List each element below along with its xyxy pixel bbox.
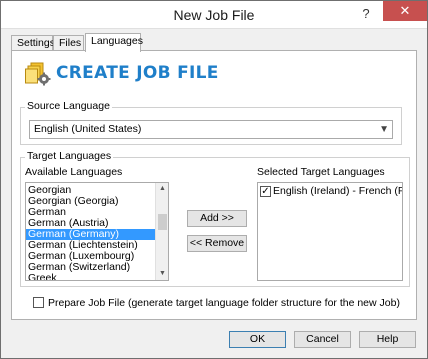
tab-languages[interactable]: Languages <box>85 33 143 52</box>
selected-language-checkbox[interactable]: ✓ <box>260 186 271 197</box>
source-language-group: Source Language English (United States) … <box>20 100 402 145</box>
close-button[interactable]: ✕ <box>383 1 427 21</box>
remove-language-button[interactable]: << Remove <box>187 235 247 252</box>
page-title: CREATE JOB FILE <box>56 63 219 83</box>
tab-files[interactable]: Files <box>53 35 84 51</box>
prepare-job-file-label: Prepare Job File (generate target langua… <box>48 297 400 309</box>
target-languages-label: Target Languages <box>25 150 114 162</box>
available-languages-label: Available Languages <box>25 166 123 178</box>
selected-target-languages-label: Selected Target Languages <box>257 166 385 178</box>
scroll-up-icon[interactable]: ▲ <box>156 183 168 195</box>
selected-language-item[interactable]: English (Ireland) - French (France) <box>273 185 402 197</box>
ok-button[interactable]: OK <box>229 331 286 348</box>
title-bar[interactable]: New Job File ? ✕ <box>1 1 427 29</box>
help-button[interactable]: Help <box>359 331 416 348</box>
prepare-job-file-checkbox[interactable] <box>33 297 44 308</box>
target-languages-group: Target Languages Available Languages Geo… <box>20 150 410 287</box>
source-language-value: English (United States) <box>34 123 142 135</box>
available-languages-list[interactable]: Georgian Georgian (Georgia) German Germa… <box>25 182 169 281</box>
selected-languages-list[interactable]: ✓ English (Ireland) - French (France) <box>257 182 403 281</box>
scroll-thumb[interactable] <box>158 214 167 230</box>
tab-settings[interactable]: Settings <box>11 35 55 51</box>
languages-panel: CREATE JOB FILE Source Language English … <box>11 50 417 320</box>
chevron-down-icon[interactable]: ▼ <box>379 121 389 138</box>
job-file-gear-icon <box>25 62 51 86</box>
add-language-button[interactable]: Add >> <box>187 210 247 227</box>
title-help-button[interactable]: ? <box>355 4 377 24</box>
source-language-select[interactable]: English (United States) ▼ <box>29 120 393 139</box>
scroll-down-icon[interactable]: ▼ <box>156 268 168 280</box>
dialog-window: New Job File ? ✕ Settings Files Language… <box>0 0 428 359</box>
cancel-button[interactable]: Cancel <box>294 331 351 348</box>
source-language-label: Source Language <box>25 100 112 112</box>
available-list-scrollbar[interactable]: ▲ ▼ <box>155 183 168 280</box>
list-item[interactable]: Greek <box>26 273 168 281</box>
